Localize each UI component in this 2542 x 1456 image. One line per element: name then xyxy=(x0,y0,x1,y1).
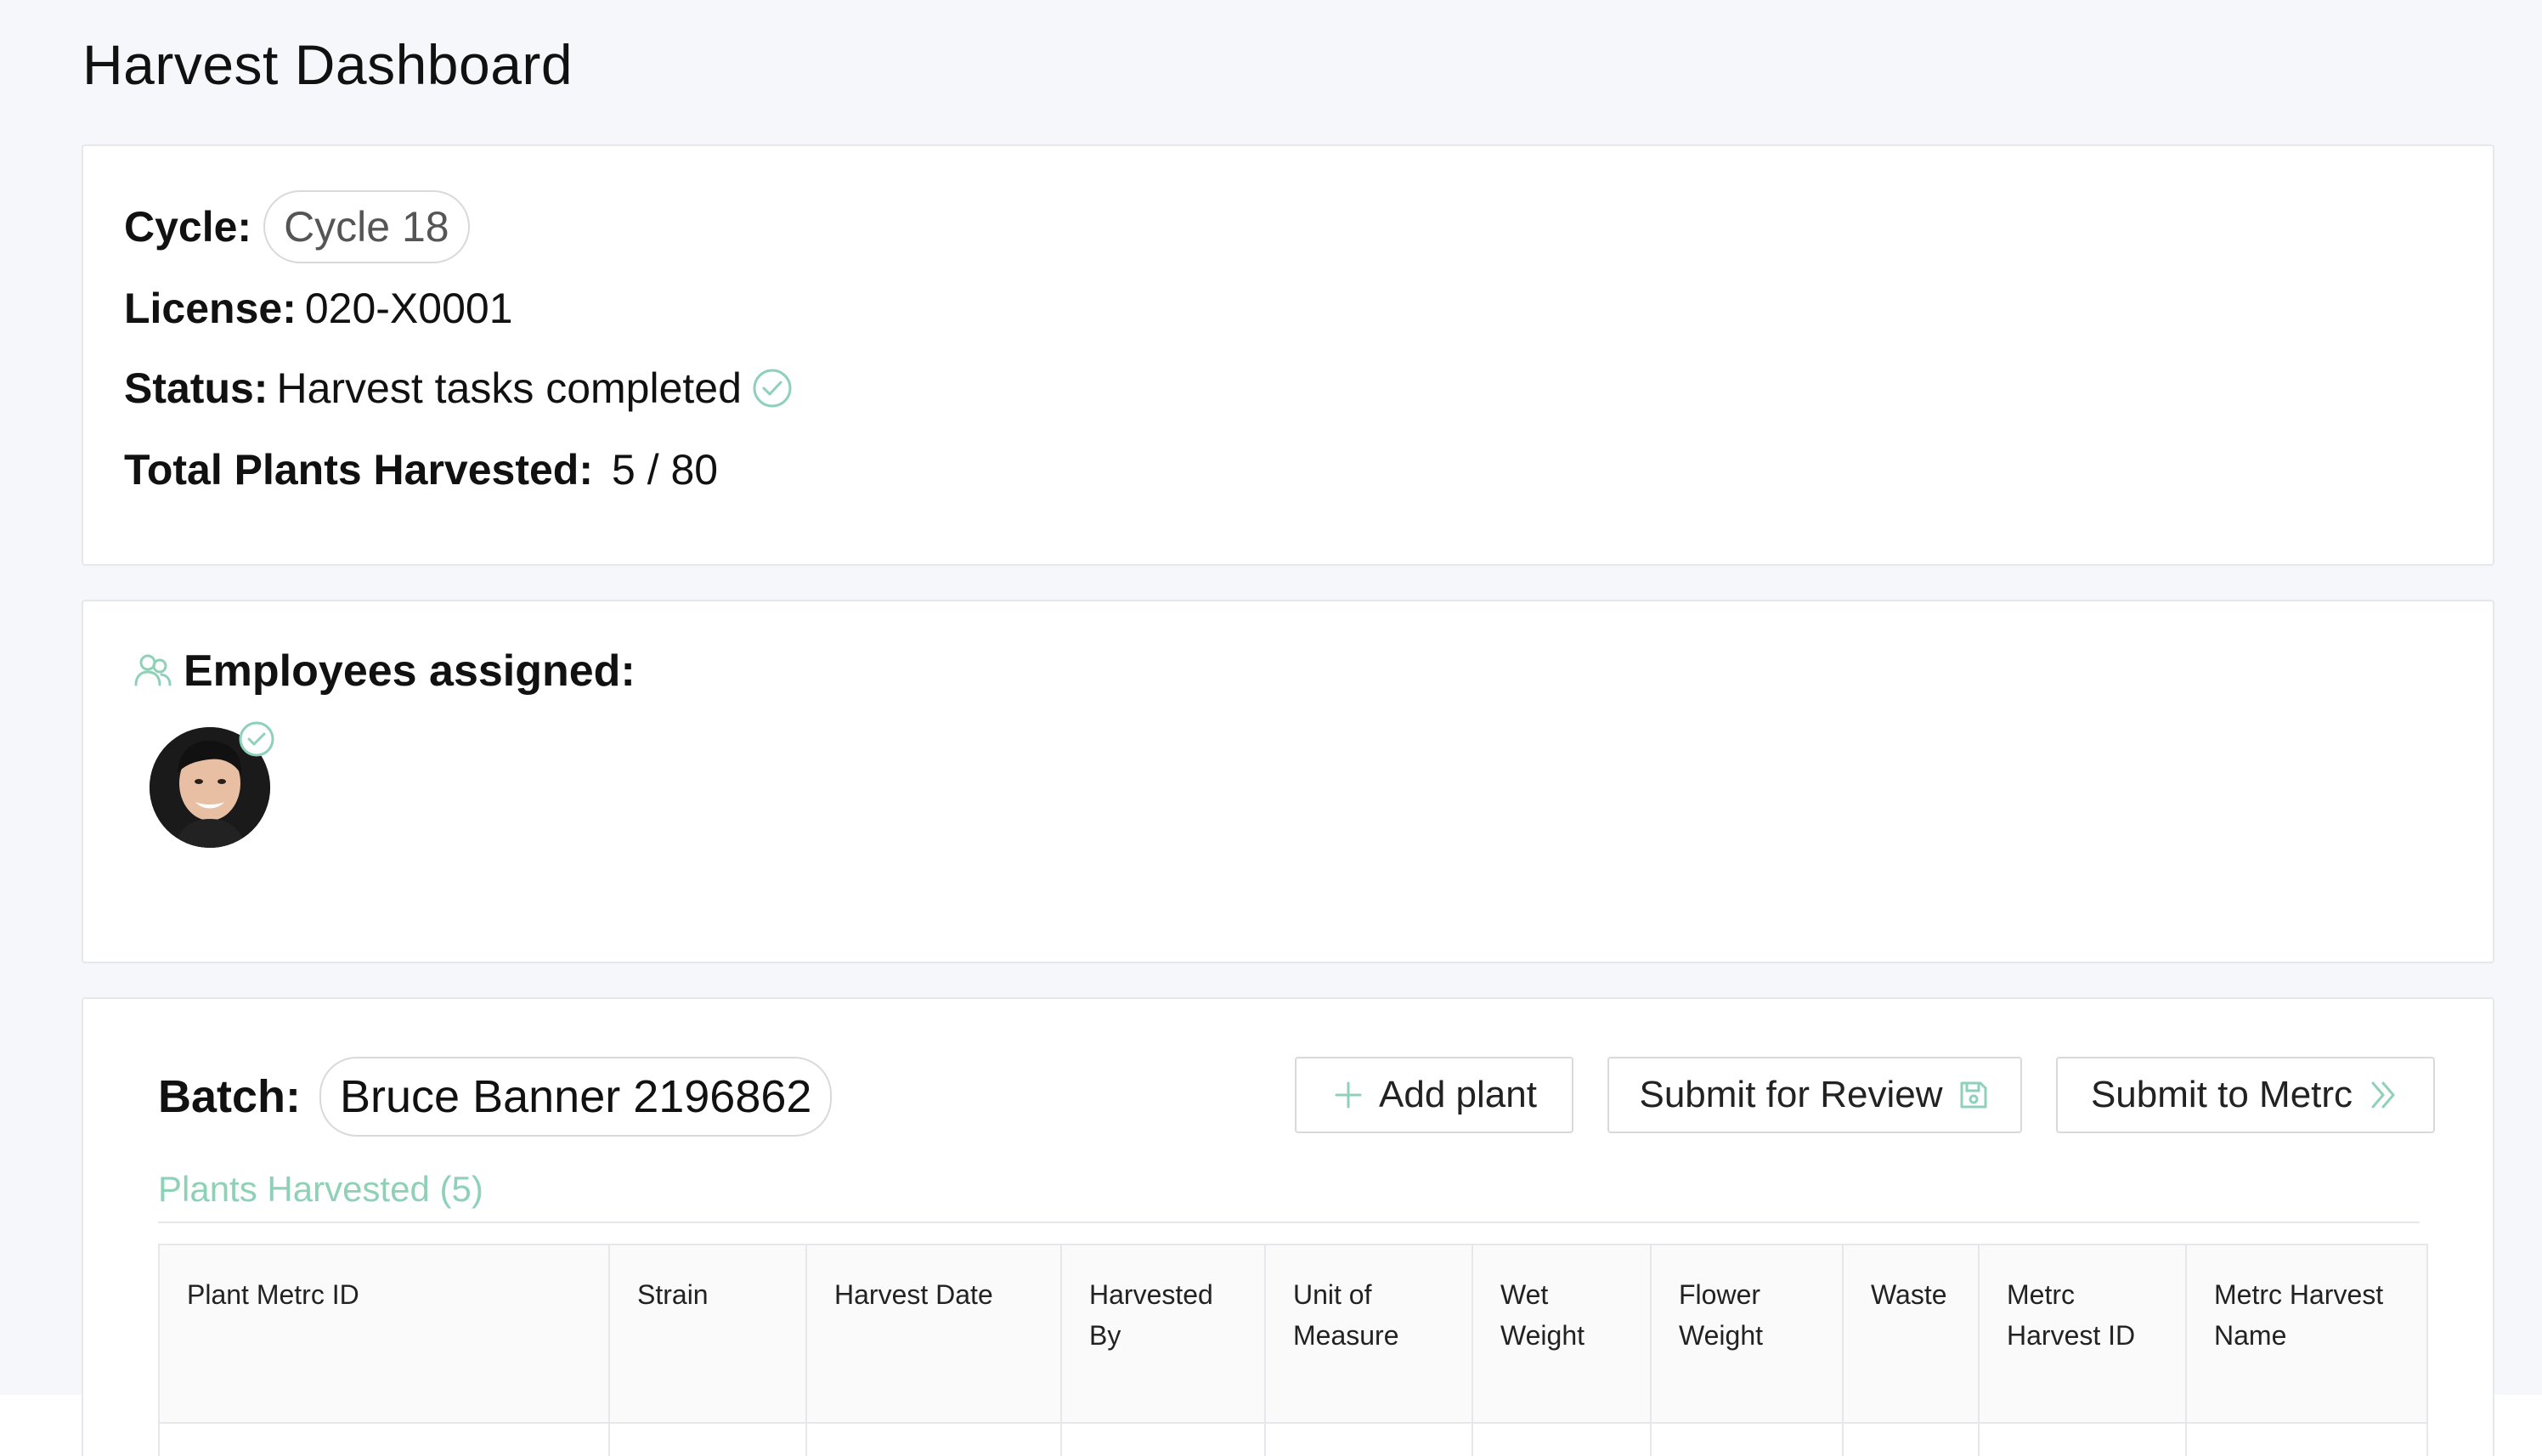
save-icon xyxy=(1960,1081,1986,1109)
table-row[interactable] xyxy=(160,1424,2426,1456)
table-cell xyxy=(160,1424,610,1456)
batch-pill[interactable]: Bruce Banner 2196862 xyxy=(319,1057,833,1137)
total-value: 5 / 80 xyxy=(612,446,719,494)
status-value: Harvest tasks completed xyxy=(276,364,742,412)
check-circle-icon xyxy=(753,369,792,408)
column-header[interactable]: Metrc Harvest Name xyxy=(2187,1245,2426,1422)
tabs: Plants Harvested (5) xyxy=(158,1169,2420,1223)
table-cell xyxy=(1473,1424,1652,1456)
status-row: Status: Harvest tasks completed xyxy=(124,364,793,413)
column-header[interactable]: Waste xyxy=(1844,1245,1980,1422)
employees-header: Employees assigned: xyxy=(133,646,636,697)
submit-metrc-label: Submit to Metrc xyxy=(2090,1074,2353,1115)
column-header[interactable]: Unit of Measure xyxy=(1266,1245,1473,1422)
total-label: Total Plants Harvested: xyxy=(124,446,594,494)
table-cell xyxy=(1062,1424,1266,1456)
submit-review-button[interactable]: Submit for Review xyxy=(1607,1057,2022,1133)
cycle-label: Cycle: xyxy=(124,203,252,251)
column-header[interactable]: Metrc Harvest ID xyxy=(1980,1245,2187,1422)
users-icon xyxy=(134,654,172,686)
total-row: Total Plants Harvested: 5 / 80 xyxy=(124,445,718,494)
cycle-pill[interactable]: Cycle 18 xyxy=(263,190,470,263)
batch-label: Batch: xyxy=(158,1071,302,1122)
table-header: Plant Metrc ID Strain Harvest Date Harve… xyxy=(160,1245,2426,1424)
column-header[interactable]: Harvested By xyxy=(1062,1245,1266,1422)
submit-review-label: Submit for Review xyxy=(1639,1074,1943,1115)
table-cell xyxy=(807,1424,1062,1456)
cycle-info-card: Cycle: Cycle 18 License: 020-X0001 Statu… xyxy=(82,144,2494,566)
submit-metrc-button[interactable]: Submit to Metrc xyxy=(2056,1057,2435,1133)
employee-check-icon xyxy=(239,721,274,757)
add-plant-button[interactable]: Add plant xyxy=(1295,1057,1573,1133)
column-header[interactable]: Flower Weight xyxy=(1652,1245,1844,1422)
page-title: Harvest Dashboard xyxy=(82,33,573,96)
table-cell xyxy=(2187,1424,2426,1456)
table-cell xyxy=(1266,1424,1473,1456)
table-cell xyxy=(1652,1424,1844,1456)
status-label: Status: xyxy=(124,364,268,412)
cycle-row: Cycle: Cycle 18 xyxy=(124,190,470,263)
plus-icon xyxy=(1335,1081,1362,1109)
license-label: License: xyxy=(124,285,297,332)
employees-title: Employees assigned: xyxy=(184,646,636,696)
employees-card: Employees assigned: xyxy=(82,600,2494,963)
column-header[interactable]: Strain xyxy=(610,1245,807,1422)
column-header[interactable]: Plant Metrc ID xyxy=(160,1245,610,1422)
tab-plants-harvested[interactable]: Plants Harvested (5) xyxy=(158,1169,483,1210)
table-cell xyxy=(1844,1424,1980,1456)
column-header[interactable]: Harvest Date xyxy=(807,1245,1062,1422)
table-cell xyxy=(1980,1424,2187,1456)
batch-card: Batch: Bruce Banner 2196862 Add plant Su… xyxy=(82,997,2494,1456)
batch-row: Batch: Bruce Banner 2196862 xyxy=(158,1057,833,1137)
license-value: 020-X0001 xyxy=(304,285,513,332)
add-plant-label: Add plant xyxy=(1379,1074,1537,1115)
double-chevron-right-icon xyxy=(2371,1081,2395,1109)
column-header[interactable]: Wet Weight xyxy=(1473,1245,1652,1422)
license-row: License: 020-X0001 xyxy=(124,284,513,333)
plants-table: Plant Metrc ID Strain Harvest Date Harve… xyxy=(158,1244,2428,1456)
table-cell xyxy=(610,1424,807,1456)
